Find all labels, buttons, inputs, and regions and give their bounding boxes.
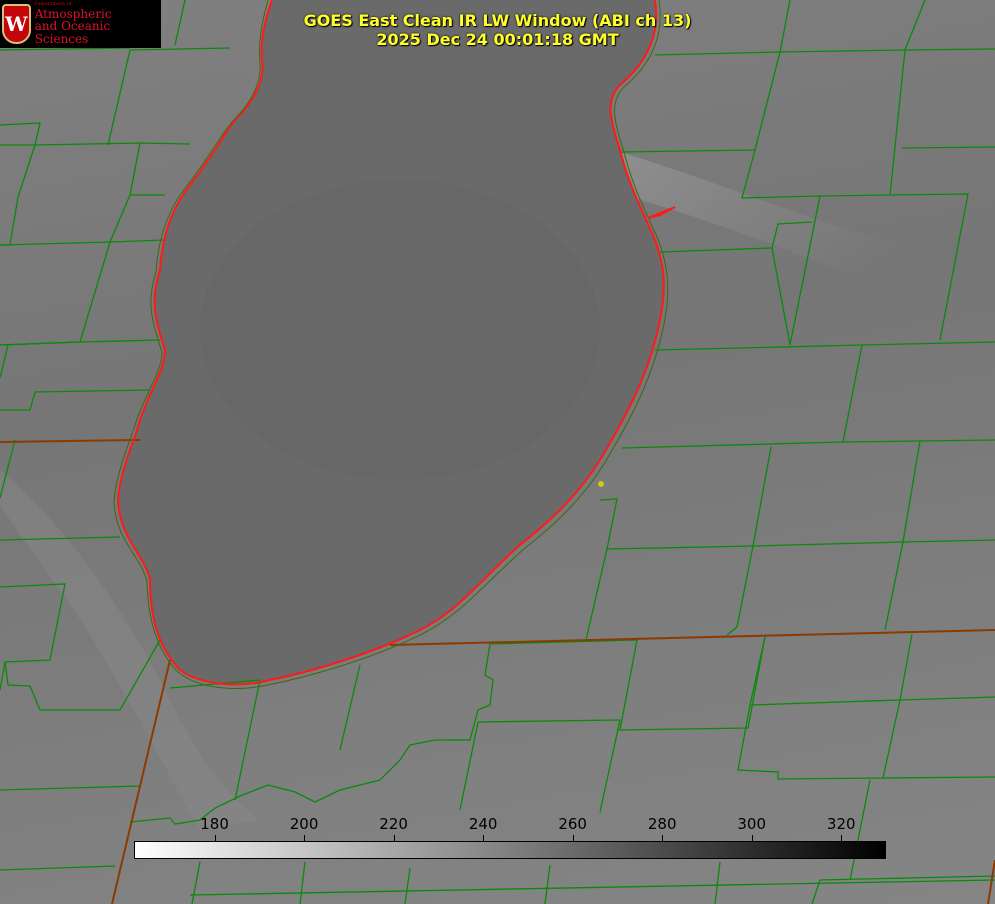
- image-title: GOES East Clean IR LW Window (ABI ch 13)…: [0, 11, 995, 49]
- colorbar-tick-label: 240: [468, 815, 498, 833]
- colorbar-tick-label: 300: [737, 815, 767, 833]
- title-line1: GOES East Clean IR LW Window (ABI ch 13): [303, 11, 692, 30]
- lake-shade: [200, 180, 600, 480]
- colorbar: [134, 841, 886, 859]
- colorbar-tick-label: 200: [289, 815, 319, 833]
- colorbar-tick-label: 260: [558, 815, 587, 833]
- station-marker: [598, 481, 604, 487]
- map-layer: [0, 0, 995, 904]
- bay-inlet: [647, 206, 676, 219]
- colorbar-tick-label: 280: [647, 815, 677, 833]
- colorbar-tick-label: 220: [379, 815, 408, 833]
- colorbar-tick-label: 320: [826, 815, 856, 833]
- colorbar-tick-label: 180: [200, 815, 229, 833]
- title-line2: 2025 Dec 24 00:01:18 GMT: [376, 30, 619, 49]
- satellite-map: W Department of Atmospheric and Oceanic …: [0, 0, 995, 904]
